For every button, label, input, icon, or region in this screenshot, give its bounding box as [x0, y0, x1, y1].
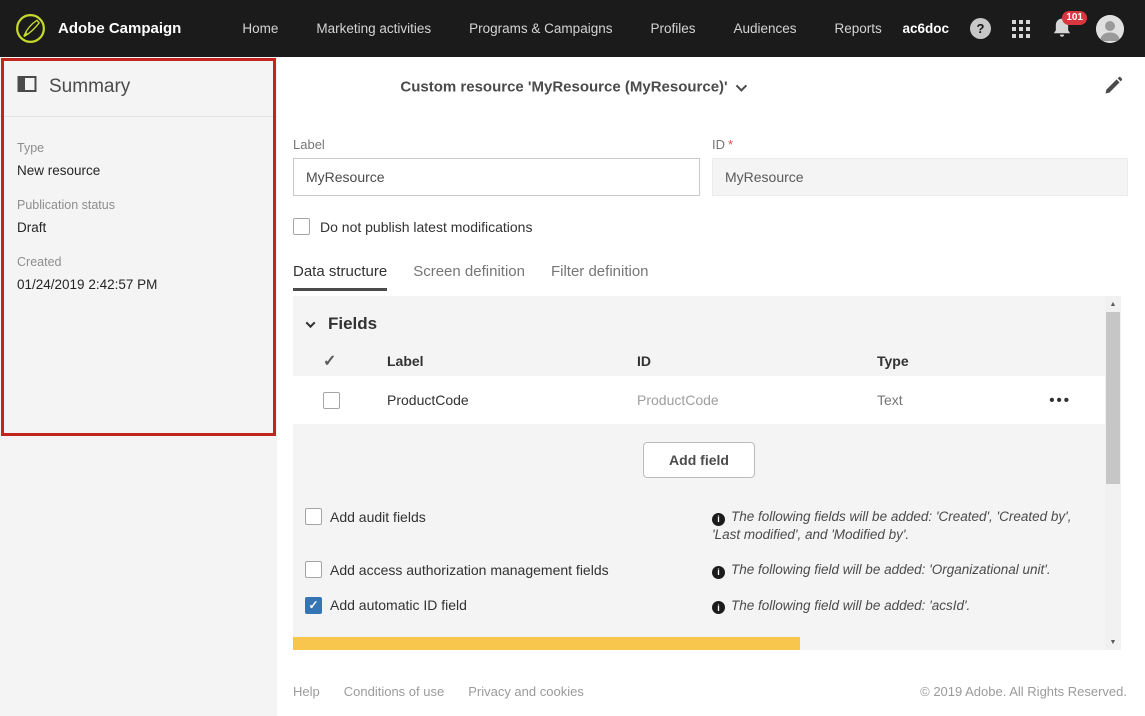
nav-item-marketing-activities[interactable]: Marketing activities — [297, 0, 450, 57]
resource-title-dropdown[interactable]: Custom resource 'MyResource (MyResource)… — [400, 79, 745, 96]
brand-title: Adobe Campaign — [58, 20, 181, 37]
footer-link-conditions[interactable]: Conditions of use — [344, 684, 444, 699]
field-table-row[interactable]: ProductCode ProductCode Text ••• — [293, 376, 1105, 424]
nav-item-programs-campaigns[interactable]: Programs & Campaigns — [450, 0, 631, 57]
primary-navigation: Home Marketing activities Programs & Cam… — [223, 0, 900, 57]
automatic-id-checkbox[interactable]: ✓ — [305, 597, 322, 614]
summary-field-created: Created 01/24/2019 2:42:57 PM — [17, 255, 260, 292]
column-header-label: Label — [387, 353, 637, 369]
copyright-text: © 2019 Adobe. All Rights Reserved. — [920, 684, 1127, 699]
warning-banner-partial — [293, 637, 800, 650]
add-field-button[interactable]: Add field — [643, 442, 755, 478]
row-label: ProductCode — [387, 392, 637, 408]
chevron-down-icon — [306, 318, 316, 328]
row-more-actions-icon[interactable]: ••• — [1049, 392, 1071, 409]
label-input[interactable] — [293, 158, 700, 196]
field-label: Publication status — [17, 198, 260, 212]
footer-link-privacy[interactable]: Privacy and cookies — [468, 684, 584, 699]
publish-option-row: Do not publish latest modifications — [293, 218, 1145, 235]
nav-item-audiences[interactable]: Audiences — [714, 0, 815, 57]
label-field-label: Label — [293, 137, 700, 152]
row-type: Text — [877, 392, 1015, 408]
option-access-authorization: Add access authorization management fiel… — [305, 561, 1105, 579]
summary-field-publication-status: Publication status Draft — [17, 198, 260, 235]
option-automatic-id: ✓ Add automatic ID field iThe following … — [305, 597, 1105, 615]
resource-title: Custom resource 'MyResource (MyResource)… — [400, 79, 727, 96]
audit-fields-info: iThe following fields will be added: 'Cr… — [712, 508, 1105, 544]
summary-field-type: Type New resource — [17, 141, 260, 178]
audit-fields-label: Add audit fields — [330, 509, 426, 525]
adobe-campaign-logo-icon[interactable] — [15, 13, 46, 44]
summary-body: Type New resource Publication status Dra… — [0, 117, 277, 292]
do-not-publish-label: Do not publish latest modifications — [320, 219, 532, 235]
panel-scrollbar[interactable]: ▲ ▼ — [1105, 296, 1121, 650]
access-authorization-checkbox[interactable] — [305, 561, 322, 578]
tab-screen-definition[interactable]: Screen definition — [413, 263, 525, 291]
field-label: Type — [17, 141, 260, 155]
chevron-down-icon — [736, 80, 747, 91]
resource-form: Label ID* MyResource — [293, 137, 1128, 196]
user-avatar[interactable] — [1096, 15, 1124, 43]
tab-data-structure[interactable]: Data structure — [293, 263, 387, 291]
row-id: ProductCode — [637, 392, 877, 408]
definition-tabs: Data structure Screen definition Filter … — [293, 263, 1145, 291]
add-field-wrap: Add field — [293, 442, 1105, 478]
navbar-right-cluster: ac6doc ? 101 — [902, 15, 1145, 43]
access-authorization-label: Add access authorization management fiel… — [330, 562, 609, 578]
column-header-type: Type — [877, 353, 1015, 369]
info-icon: i — [712, 566, 725, 579]
do-not-publish-checkbox[interactable] — [293, 218, 310, 235]
main-content: Custom resource 'MyResource (MyResource)… — [277, 57, 1145, 716]
summary-header: Summary — [0, 57, 277, 117]
help-icon[interactable]: ? — [970, 18, 991, 39]
automatic-id-info: iThe following field will be added: 'acs… — [712, 597, 1105, 615]
panel-content: Fields ✓ Label ID Type ProductCode Produ… — [293, 296, 1105, 650]
row-checkbox[interactable] — [323, 392, 340, 409]
app-grid-icon[interactable] — [1012, 20, 1030, 38]
automatic-id-label: Add automatic ID field — [330, 597, 467, 613]
audit-fields-checkbox[interactable] — [305, 508, 322, 525]
data-structure-panel: Fields ✓ Label ID Type ProductCode Produ… — [293, 296, 1121, 650]
info-icon: i — [712, 513, 725, 526]
notifications-bell-icon[interactable]: 101 — [1051, 17, 1075, 41]
top-navbar: Adobe Campaign Home Marketing activities… — [0, 0, 1145, 57]
nav-item-home[interactable]: Home — [223, 0, 297, 57]
access-authorization-info: iThe following field will be added: 'Org… — [712, 561, 1105, 579]
user-instance-label[interactable]: ac6doc — [902, 21, 949, 36]
select-all-check-icon[interactable]: ✓ — [323, 351, 336, 371]
summary-sidebar: Summary Type New resource Publication st… — [0, 57, 277, 716]
resource-header: Custom resource 'MyResource (MyResource)… — [277, 57, 1145, 117]
field-value: 01/24/2019 2:42:57 PM — [17, 277, 260, 292]
tab-filter-definition[interactable]: Filter definition — [551, 263, 649, 291]
summary-title: Summary — [49, 76, 130, 98]
fields-table-header: ✓ Label ID Type — [293, 346, 1105, 376]
notification-count-badge: 101 — [1062, 11, 1087, 25]
nav-item-reports[interactable]: Reports — [816, 0, 901, 57]
id-field-group: ID* MyResource — [712, 137, 1128, 196]
checkmark-icon: ✓ — [308, 599, 318, 611]
label-field-group: Label — [293, 137, 700, 196]
summary-panel-icon — [17, 74, 37, 99]
field-value: New resource — [17, 163, 260, 178]
scroll-up-arrow[interactable]: ▲ — [1105, 296, 1121, 312]
option-audit-fields: Add audit fields iThe following fields w… — [305, 508, 1105, 544]
footer-links: Help Conditions of use Privacy and cooki… — [293, 684, 584, 699]
field-value: Draft — [17, 220, 260, 235]
required-asterisk: * — [728, 137, 733, 152]
id-readonly-field: MyResource — [712, 158, 1128, 196]
scroll-down-arrow[interactable]: ▼ — [1105, 634, 1121, 650]
id-field-label: ID* — [712, 137, 1128, 152]
footer-link-help[interactable]: Help — [293, 684, 320, 699]
field-label: Created — [17, 255, 260, 269]
nav-item-profiles[interactable]: Profiles — [631, 0, 714, 57]
structure-options: Add audit fields iThe following fields w… — [305, 508, 1105, 615]
page-footer: Help Conditions of use Privacy and cooki… — [277, 666, 1145, 716]
scroll-thumb[interactable] — [1106, 312, 1120, 484]
info-icon: i — [712, 601, 725, 614]
column-header-id: ID — [637, 353, 877, 369]
edit-pencil-icon[interactable] — [1103, 76, 1123, 96]
fields-section-toggle[interactable]: Fields — [293, 296, 1105, 334]
fields-section-title: Fields — [328, 314, 377, 334]
